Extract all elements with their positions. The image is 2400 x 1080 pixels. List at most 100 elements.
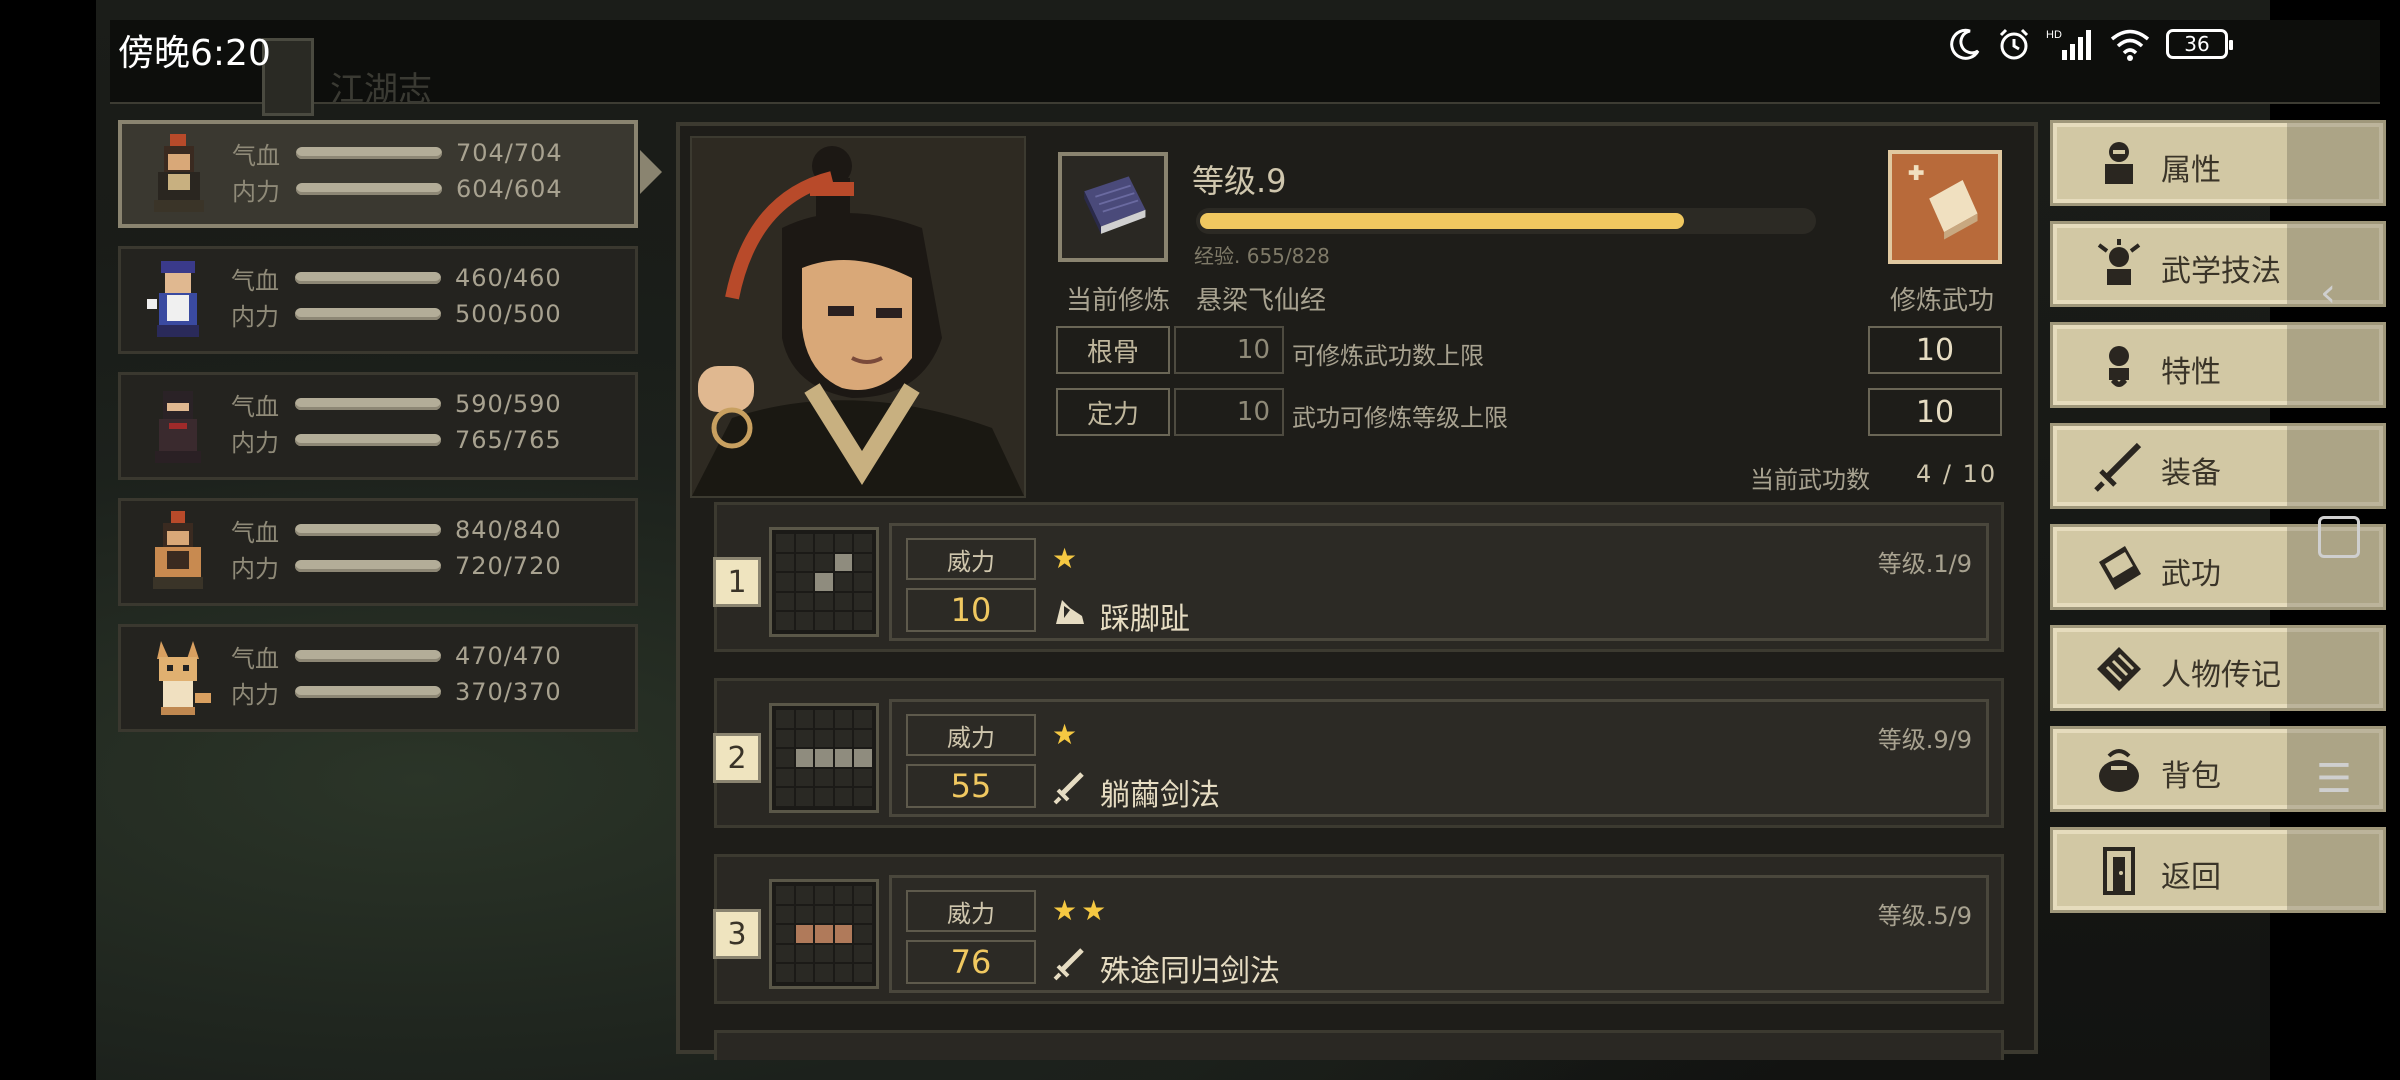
bag-icon — [2099, 749, 2139, 792]
selected-pointer — [640, 150, 662, 194]
train-skill-label: 修炼武功 — [1890, 286, 1995, 316]
stat-row-focus: 定力 10 武功可修炼等级上限 10 — [1056, 388, 2006, 438]
warrior-avatar — [153, 511, 203, 589]
signal-icon: HD — [2046, 29, 2091, 60]
hero-avatar — [154, 134, 204, 212]
hp-bar — [296, 147, 442, 159]
mp-label: 内力 — [231, 428, 279, 457]
experience-fill — [1200, 213, 1684, 229]
stat-result: 10 — [1868, 388, 2002, 436]
kick-icon — [1056, 600, 1084, 624]
svg-text:HD: HD — [2046, 29, 2062, 41]
button-shade — [2287, 426, 2383, 506]
skill-index: 1 — [713, 557, 761, 607]
train-skill-button[interactable] — [1888, 150, 2002, 264]
stat-result: 10 — [1868, 326, 2002, 374]
power-label: 威力 — [906, 538, 1036, 580]
hp-bar — [295, 272, 441, 284]
hp-value: 704/704 — [456, 139, 563, 167]
hp-value: 590/590 — [455, 390, 562, 418]
hp-bar — [295, 650, 441, 662]
ninja-avatar — [155, 391, 201, 463]
party-member[interactable]: 气血 840/840 内力 720/720 — [118, 498, 638, 606]
button-shade — [2287, 123, 2383, 203]
battery-level: 36 — [2184, 32, 2210, 56]
trait-icon — [2109, 346, 2129, 387]
stat-value: 10 — [1174, 326, 1284, 374]
menu-label: 装备 — [2161, 456, 2221, 491]
battery-icon: 36 — [2166, 29, 2233, 59]
power-label: 威力 — [906, 890, 1036, 932]
back-nav-icon[interactable]: ‹ — [2320, 270, 2336, 316]
skill-info: 威力 76 ★★ 殊途同归剑法 等级.5/9 — [889, 875, 1989, 993]
scroll-icon — [2097, 647, 2141, 691]
current-scripture-icon[interactable] — [1058, 152, 1168, 262]
power-value: 10 — [906, 588, 1036, 632]
skill-info: 威力 10 ★ 踩脚趾 等级.1/9 — [889, 523, 1989, 641]
sword-icon — [2094, 442, 2142, 492]
skill-index: 3 — [713, 909, 761, 959]
power-value: 55 — [906, 764, 1036, 808]
character-panel: 等级.9 经验. 655/828 当前修炼 悬梁飞仙经 修炼武功 根骨 10 可… — [676, 122, 2038, 1060]
party-member[interactable]: 气血 470/470 内力 370/370 — [118, 624, 638, 732]
party-member[interactable]: 气血 460/460 内力 500/500 — [118, 246, 638, 354]
menu-attributes[interactable]: 属性 — [2050, 120, 2386, 206]
mp-bar — [295, 434, 441, 446]
sword-icon — [1053, 772, 1084, 805]
menu-equipment[interactable]: 装备 — [2050, 423, 2386, 509]
skill-name: 殊途同归剑法 — [1100, 954, 1280, 989]
hp-label: 气血 — [231, 644, 279, 673]
stat-name: 定力 — [1056, 388, 1170, 436]
skill-info: 威力 55 ★ 躺繭剑法 等级.9/9 — [889, 699, 1989, 817]
swordsman-portrait — [692, 138, 1024, 496]
skill-count-value: 4 / 10 — [1916, 460, 1998, 488]
menu-traits[interactable]: 特性 — [2050, 322, 2386, 408]
hp-label: 气血 — [231, 266, 279, 295]
hp-bar — [295, 398, 441, 410]
button-shade — [2287, 830, 2383, 910]
character-level: 等级.9 — [1192, 162, 1287, 200]
skill-name: 踩脚趾 — [1100, 602, 1190, 637]
book-icon — [2099, 546, 2141, 590]
character-portrait — [690, 136, 1026, 498]
skill-index: 2 — [713, 733, 761, 783]
menu-return[interactable]: 返回 — [2050, 827, 2386, 913]
experience-text: 经验. 655/828 — [1194, 244, 1330, 268]
menu-biography[interactable]: 人物传记 — [2050, 625, 2386, 711]
skill-card[interactable]: 1 威力 10 ★ 踩脚趾 等级.1/9 — [713, 502, 2004, 652]
hp-bar — [295, 524, 441, 536]
party-member[interactable]: 气血 590/590 内力 765/765 — [118, 372, 638, 480]
door-icon — [2103, 847, 2135, 895]
skill-stars: ★ — [1052, 718, 1082, 751]
skill-card[interactable]: 2 威力 55 ★ 躺繭剑法 等级.9/9 — [713, 678, 2004, 828]
skill-card[interactable]: 3 威力 76 ★★ 殊途同归剑法 等级.5/9 — [713, 854, 2004, 1004]
mp-bar — [296, 183, 442, 195]
current-training-value: 悬梁飞仙经 — [1196, 286, 1327, 316]
menu-label: 武学技法 — [2161, 254, 2281, 289]
skill-pattern-grid — [769, 703, 879, 813]
person-icon — [2105, 142, 2133, 184]
menu-label: 特性 — [2161, 355, 2221, 390]
skill-count-label: 当前武功数 — [1750, 466, 1870, 494]
power-label: 威力 — [906, 714, 1036, 756]
menu-nav-icon[interactable]: ☰ — [2316, 756, 2352, 802]
home-nav-icon[interactable] — [2318, 516, 2360, 558]
menu-label: 背包 — [2161, 759, 2221, 794]
mp-label: 内力 — [231, 554, 279, 583]
stat-value: 10 — [1174, 388, 1284, 436]
stat-description: 武功可修炼等级上限 — [1292, 404, 1508, 432]
skill-card[interactable] — [714, 1030, 2004, 1060]
mp-value: 765/765 — [455, 426, 562, 454]
skill-level: 等级.1/9 — [1877, 550, 1972, 578]
technique-icon — [2097, 239, 2141, 285]
button-shade — [2287, 628, 2383, 708]
mp-bar — [295, 560, 441, 572]
menu-label: 返回 — [2161, 860, 2221, 895]
party-member[interactable]: 气血 704/704 内力 604/604 — [118, 120, 638, 228]
mp-label: 内力 — [231, 680, 279, 709]
mp-value: 604/604 — [456, 175, 563, 203]
party-list: 气血 704/704 内力 604/604 气血 460/460 内力 500/500 … — [118, 120, 638, 750]
button-shade — [2287, 325, 2383, 405]
skill-name: 躺繭剑法 — [1100, 778, 1220, 813]
experience-bar — [1196, 208, 1816, 234]
